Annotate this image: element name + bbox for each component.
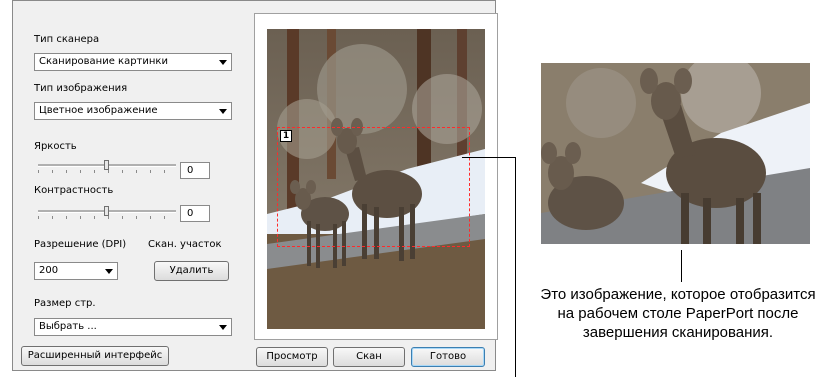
done-button[interactable]: Готово bbox=[411, 347, 485, 367]
contrast-slider-ticks bbox=[38, 216, 178, 219]
preview-button[interactable]: Просмотр bbox=[256, 347, 328, 367]
result-caption: Это изображение, которое отобразится на … bbox=[540, 286, 816, 341]
scanner-type-label: Тип сканера bbox=[34, 34, 100, 45]
delete-scan-area-button[interactable]: Удалить bbox=[154, 261, 229, 281]
chevron-down-icon bbox=[219, 60, 227, 65]
image-type-select[interactable]: Цветное изображение bbox=[34, 102, 232, 120]
contrast-label: Контрастность bbox=[34, 185, 114, 196]
chevron-down-icon bbox=[219, 325, 227, 330]
contrast-slider-thumb[interactable] bbox=[104, 206, 109, 216]
scanner-dialog: Тип сканера Сканирование картинки Тип из… bbox=[12, 0, 498, 371]
preview-image: 1 bbox=[267, 29, 485, 329]
contrast-input[interactable]: 0 bbox=[180, 205, 210, 222]
resolution-value: 200 bbox=[39, 265, 59, 276]
scan-area-number: 1 bbox=[280, 130, 292, 142]
advanced-interface-button[interactable]: Расширенный интерфейс bbox=[21, 346, 169, 366]
chevron-down-icon bbox=[105, 269, 113, 274]
scan-area-selection[interactable]: 1 bbox=[277, 127, 470, 247]
preview-panel: 1 bbox=[254, 13, 498, 340]
scanner-type-select[interactable]: Сканирование картинки bbox=[34, 53, 232, 71]
brightness-slider-thumb[interactable] bbox=[104, 160, 109, 170]
callout-connector-vertical bbox=[515, 157, 516, 377]
scan-area-label: Скан. участок bbox=[148, 239, 222, 250]
caption-pointer-line bbox=[681, 250, 682, 282]
image-type-value: Цветное изображение bbox=[39, 105, 158, 116]
brightness-label: Яркость bbox=[34, 141, 77, 152]
scan-button[interactable]: Скан bbox=[333, 347, 405, 367]
image-type-label: Тип изображения bbox=[34, 83, 128, 94]
brightness-slider-ticks bbox=[38, 170, 178, 173]
resolution-select[interactable]: 200 bbox=[34, 262, 118, 280]
scanner-type-value: Сканирование картинки bbox=[39, 56, 168, 67]
page-size-label: Размер стр. bbox=[34, 298, 96, 309]
scanned-result-image bbox=[541, 63, 810, 244]
chevron-down-icon bbox=[219, 109, 227, 114]
resolution-label: Разрешение (DPI) bbox=[34, 239, 127, 250]
page-size-value: Выбрать ... bbox=[39, 321, 97, 332]
brightness-input[interactable]: 0 bbox=[180, 162, 210, 179]
page-size-select[interactable]: Выбрать ... bbox=[34, 318, 232, 336]
callout-connector-horizontal bbox=[462, 157, 515, 158]
